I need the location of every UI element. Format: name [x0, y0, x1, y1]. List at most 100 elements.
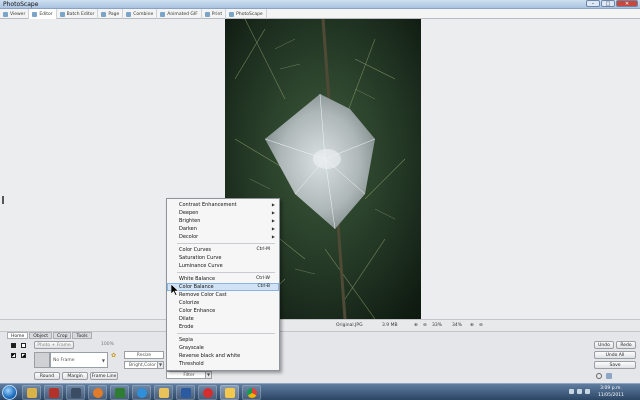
menu-separator: [177, 272, 275, 273]
internet-explorer-icon[interactable]: [132, 385, 151, 400]
tab-tools[interactable]: Tools: [72, 332, 92, 339]
tab-crop[interactable]: Crop: [52, 332, 72, 339]
menu-item-color-curves[interactable]: Color Curves Ctrl-M: [167, 246, 279, 254]
zoom-out-icon[interactable]: ⊖: [423, 322, 427, 329]
undo-all-button[interactable]: Undo All: [594, 351, 636, 359]
bright-color-button[interactable]: Bright,Color ▼: [124, 361, 164, 369]
menu-item-decolor[interactable]: Decolor ▶: [167, 233, 279, 241]
menu-item-contrast-enhancement[interactable]: Contrast Enhancement ▶: [167, 201, 279, 209]
bright-color-dropdown-icon[interactable]: ▼: [157, 362, 163, 368]
tab-editor[interactable]: Editor: [29, 9, 57, 19]
menu-separator: [177, 243, 275, 244]
frame-preview[interactable]: [34, 352, 50, 368]
windows-explorer-icon[interactable]: [22, 385, 41, 400]
submenu-arrow-icon: ▶: [271, 202, 275, 207]
tab-combine[interactable]: Combine: [123, 9, 158, 19]
frame-line-button[interactable]: Frame Line: [90, 372, 118, 380]
tab-object[interactable]: Object: [29, 332, 52, 339]
print-icon: [204, 11, 210, 17]
volume-icon[interactable]: [577, 389, 582, 394]
menu-item-remove-color-cast[interactable]: Remove Color Cast: [167, 291, 279, 299]
tool-tabs: Home Object Crop Tools: [7, 332, 92, 339]
editor-icon: [32, 11, 38, 17]
background-color-swatch[interactable]: [21, 343, 26, 348]
tab-batch-editor[interactable]: Batch Editor: [57, 9, 99, 19]
margin-button[interactable]: Margin: [62, 372, 88, 380]
clock-time: 3:09 p.m.: [600, 386, 622, 391]
tab-page[interactable]: Page: [98, 9, 124, 19]
tab-animated-gif[interactable]: Animated GIF: [157, 9, 202, 19]
reset-colors-icon[interactable]: [21, 353, 26, 358]
menu-item-threshold[interactable]: Threshold: [167, 360, 279, 368]
submenu-arrow-icon: ▶: [271, 210, 275, 215]
lightroom-icon[interactable]: [66, 385, 85, 400]
zoom-level-a: 33%: [432, 323, 443, 328]
menu-item-colorize[interactable]: Colorize: [167, 299, 279, 307]
flag-icon[interactable]: [585, 389, 590, 394]
filter-button[interactable]: Filter ▼: [166, 371, 212, 379]
undo-button[interactable]: Undo: [594, 341, 614, 349]
menu-item-grayscale[interactable]: Grayscale: [167, 344, 279, 352]
tab-photoscape[interactable]: PhotoScape: [226, 9, 267, 19]
menu-item-color-balance[interactable]: Color Balance Ctrl-B: [167, 283, 279, 291]
photoscape-icon[interactable]: [220, 385, 239, 400]
side-panel-handle[interactable]: [2, 196, 4, 204]
menu-item-saturation-curve[interactable]: Saturation Curve: [167, 254, 279, 262]
tab-print[interactable]: Print: [202, 9, 227, 19]
app-tabs: Viewer Editor Batch Editor Page Combine …: [0, 9, 640, 19]
frame-select[interactable]: No Frame ▼: [50, 352, 108, 368]
word-icon[interactable]: [176, 385, 195, 400]
clock[interactable]: 3:09 p.m. 11/05/2011: [594, 385, 628, 399]
menu-item-color-enhance[interactable]: Color Enhance: [167, 307, 279, 315]
swap-colors-icon[interactable]: [11, 353, 16, 358]
menu-item-white-balance[interactable]: White Balance Ctrl-W: [167, 275, 279, 283]
taskbar: 3:09 p.m. 11/05/2011: [0, 383, 640, 400]
menu-item-luminance-curve[interactable]: Luminance Curve: [167, 262, 279, 270]
dropdown-arrow-icon: ▼: [101, 358, 105, 363]
excel-icon[interactable]: [110, 385, 129, 400]
settings-icon[interactable]: [596, 373, 602, 379]
zoom-actual-icon[interactable]: ⊖: [479, 322, 483, 329]
tab-viewer[interactable]: Viewer: [0, 9, 30, 19]
chrome-icon[interactable]: [242, 385, 261, 400]
tab-home[interactable]: Home: [7, 332, 29, 339]
redo-button[interactable]: Redo: [616, 341, 636, 349]
resize-button[interactable]: Resize: [124, 351, 164, 359]
maximize-button[interactable]: □: [601, 0, 615, 7]
menu-item-brighten[interactable]: Brighten ▶: [167, 217, 279, 225]
zoom-level-b: 34%: [452, 323, 463, 328]
menu-item-erode[interactable]: Erode: [167, 323, 279, 331]
status-bar: Original.JPG 3.9 MB ⊕ ⊖ 33% 34% ⊕ ⊖: [0, 319, 640, 331]
menu-item-dilate[interactable]: Dilate: [167, 315, 279, 323]
zoom-in-icon[interactable]: ⊕: [414, 322, 418, 329]
foreground-color-swatch[interactable]: [11, 343, 16, 348]
zoom-fit-icon[interactable]: ⊕: [470, 322, 474, 329]
menu-item-reverse-black-and-white[interactable]: Reverse black and white: [167, 352, 279, 360]
menu-item-darken[interactable]: Darken ▶: [167, 225, 279, 233]
menu-item-deepen[interactable]: Deepen ▶: [167, 209, 279, 217]
minimize-button[interactable]: –: [586, 0, 600, 7]
page-icon: [101, 11, 107, 17]
folder-icon[interactable]: [154, 385, 173, 400]
gallery-icon[interactable]: [606, 373, 612, 379]
round-button[interactable]: Round: [34, 372, 60, 380]
filter-dropdown-icon[interactable]: ▼: [205, 372, 211, 378]
menu-item-sepia[interactable]: Sepia: [167, 336, 279, 344]
close-button[interactable]: ✕: [616, 0, 638, 7]
submenu-arrow-icon: ▶: [271, 218, 275, 223]
menu-separator: [177, 333, 275, 334]
viewer-icon: [3, 11, 8, 17]
filter-menu: Contrast Enhancement ▶ Deepen ▶ Brighten ▶ …: [166, 198, 280, 371]
window-controls: – □ ✕: [586, 0, 638, 8]
media-player-icon[interactable]: [88, 385, 107, 400]
pdf-icon[interactable]: [44, 385, 63, 400]
title-bar: PhotoScape – □ ✕: [0, 0, 640, 9]
star-icon[interactable]: ✿: [111, 352, 116, 359]
submenu-arrow-icon: ▶: [271, 226, 275, 231]
start-button[interactable]: [2, 385, 17, 400]
opera-icon[interactable]: [198, 385, 217, 400]
save-button[interactable]: Save: [594, 361, 636, 369]
network-icon[interactable]: [569, 389, 574, 394]
photo-frame-button[interactable]: Photo + Frame: [34, 341, 74, 349]
frame-percent: 100%: [101, 342, 114, 347]
